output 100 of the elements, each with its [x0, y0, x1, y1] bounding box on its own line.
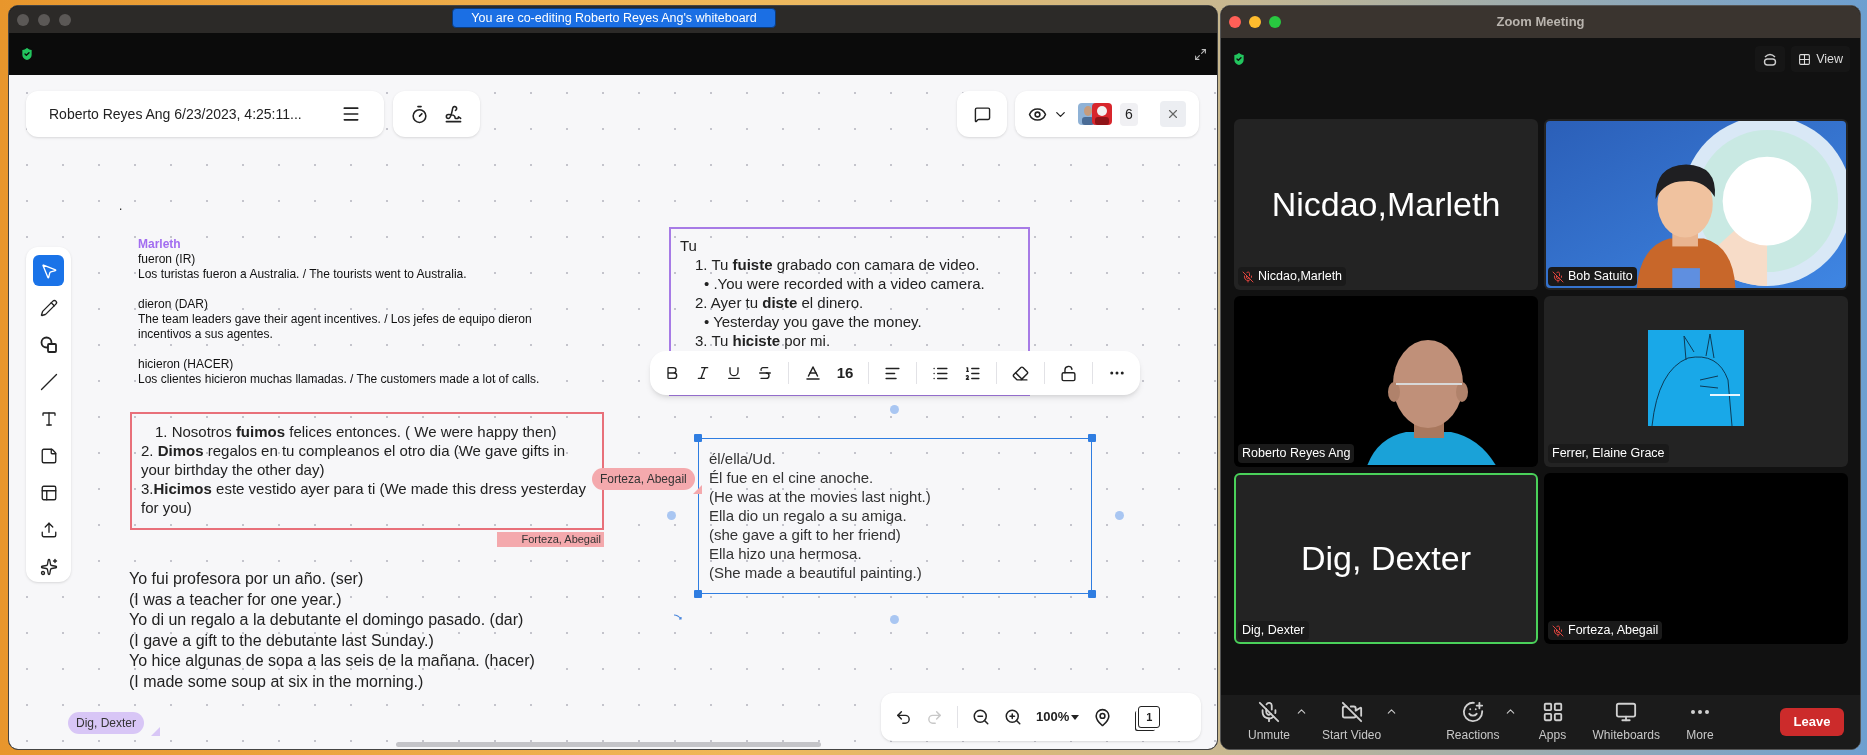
resize-handle[interactable] — [890, 405, 899, 414]
cursor-label: Forteza, Abegail — [592, 468, 695, 490]
example-sentence: Los turistas fueron a Australia. / The tourists went to Australia. — [138, 267, 468, 282]
numbered-sentence: 2. Dimos regalos en tu compleanos el otro dia (We gave gifts in your birthday the other day) — [141, 441, 567, 479]
minimize-window-control[interactable] — [1249, 16, 1261, 28]
sentence-line: (He was at the movies last night.) — [709, 487, 932, 506]
video-tile[interactable]: Ferrer, Elaine Grace — [1544, 296, 1848, 467]
pencil-icon — [39, 298, 58, 317]
shield-icon — [1231, 51, 1247, 67]
cursor-icon — [693, 485, 702, 494]
close-button[interactable] — [1160, 101, 1186, 127]
verb-heading: dieron (DAR) — [138, 297, 210, 312]
numbered-sentence: 1. Nosotros fuimos felices entonces. ( We were happy then) — [154, 422, 558, 441]
timer-icon[interactable] — [410, 104, 430, 124]
leave-button[interactable]: Leave — [1780, 708, 1844, 736]
resize-handle[interactable] — [890, 615, 899, 624]
muted-mic-icon — [1242, 270, 1254, 283]
pages-button[interactable]: 1 — [1138, 706, 1161, 728]
toolbar-button[interactable]: More — [1673, 700, 1726, 744]
box-heading: Tu — [680, 236, 698, 255]
translation-line: • Yesterday you gave the money. — [703, 312, 923, 331]
name-label: Ferrer, Elaine Grace — [1548, 444, 1669, 463]
video-tile[interactable]: Bob Satuito — [1544, 119, 1848, 290]
sentence-line: (she gave a gift to her friend) — [709, 525, 902, 544]
toolbar-button[interactable]: Reactions — [1442, 700, 1504, 744]
zoom-in-icon[interactable] — [1004, 708, 1022, 726]
zoom-window-control[interactable] — [1269, 16, 1281, 28]
template-icon — [39, 483, 58, 502]
corner-handle[interactable] — [1088, 590, 1096, 598]
comment-icon[interactable] — [973, 105, 991, 123]
resize-handle[interactable] — [667, 511, 676, 520]
unlock-icon[interactable] — [1060, 364, 1077, 382]
video-tile[interactable]: Roberto Reyes Ang — [1234, 296, 1538, 467]
numbered-sentence: 3. Tu hiciste por mi. — [694, 331, 832, 350]
numbered-sentence: 1. Tu fuiste grabado con camara de video. — [694, 255, 981, 274]
underline-icon[interactable] — [725, 365, 742, 381]
name-label: Roberto Reyes Ang — [1238, 444, 1355, 463]
sentence-line: (She made a beautiful painting.) — [709, 563, 923, 582]
participant-count[interactable]: 6 — [1120, 102, 1138, 126]
map-pin-icon[interactable] — [1093, 707, 1113, 727]
toolbar-button[interactable]: Whiteboards — [1588, 700, 1664, 744]
window-title: Zoom Meeting — [1495, 13, 1586, 32]
sentence-line: Yo fui profesora por un año. (ser) — [129, 569, 365, 589]
name-label: Dig, Dexter — [1238, 621, 1309, 640]
corner-handle[interactable] — [694, 590, 702, 598]
corner-handle[interactable] — [694, 434, 702, 442]
sentence-line: Él fue en el cine anoche. — [709, 468, 875, 487]
example-sentence: Los clientes hicieron muchas llamadas. / The customers made a lot of calls. — [138, 372, 541, 387]
video-tile[interactable]: Forteza, Abegail — [1544, 473, 1848, 644]
cursor-icon — [151, 727, 160, 736]
text-icon — [39, 409, 58, 428]
eraser-icon[interactable] — [1012, 364, 1030, 382]
toolbar-button[interactable]: Apps — [1526, 700, 1579, 744]
line-icon — [39, 372, 58, 391]
video-tile[interactable]: Dig, Dexter Dig, Dexter — [1234, 473, 1538, 644]
undo-icon[interactable] — [895, 708, 912, 726]
sentence-line: Ella dio un regalo a su amiga. — [709, 506, 908, 525]
numbered-list-icon[interactable] — [964, 364, 982, 382]
upload-icon — [39, 520, 58, 539]
selected-text-box[interactable]: él/ella/Ud. Él fue en el cine anoche. (He was at the movies last night.) Ella dio un regalo a su amiga. (she gave a gift to her friend) Ella hizo una hermosa. (She made a beautiful painting.) — [698, 438, 1092, 594]
expand-icon[interactable] — [1194, 47, 1207, 61]
squiggle-icon[interactable] — [443, 104, 463, 124]
sentence-line: (I gave a gift to the debutante last Sunday.) — [129, 630, 435, 651]
muted-mic-icon — [1258, 700, 1280, 723]
participant-name: Dig, Dexter — [1300, 538, 1472, 579]
whiteboard-icon — [1615, 700, 1638, 723]
immersive-button[interactable] — [1755, 46, 1786, 72]
verb-heading: hicieron (HACER) — [138, 357, 235, 372]
participant-name: Nicdao,Marleth — [1271, 184, 1501, 225]
sentence-line: Yo hice algunas de sopa a las seis de la mañana. (hacer) — [129, 651, 535, 671]
toolbar-button[interactable]: Start Video — [1318, 700, 1386, 744]
shapes-icon — [38, 334, 59, 355]
close-icon — [1166, 107, 1180, 121]
corner-handle[interactable] — [1088, 434, 1096, 442]
menu-icon[interactable] — [341, 104, 361, 124]
example-sentence: The team leaders gave their agent incentives. / Los jefes de equipo dieron incentivos a sus agentes. — [138, 312, 533, 342]
scrollbar[interactable] — [396, 742, 821, 747]
zoom-out-icon[interactable] — [972, 708, 990, 726]
video-off-icon — [1340, 700, 1363, 723]
view-button[interactable]: View — [1791, 46, 1850, 72]
box-heading: él/ella/Ud. — [709, 449, 777, 468]
close-window-control[interactable] — [1229, 16, 1241, 28]
sentence-line: (I made some soup at six in the morning.) — [129, 671, 425, 692]
bold-icon[interactable] — [664, 365, 680, 381]
name-label: Bob Satuito — [1548, 267, 1637, 286]
stray-mark: . — [119, 198, 123, 215]
video-tile[interactable]: Nicdao,Marleth Nicdao,Marleth — [1234, 119, 1538, 290]
strikethrough-icon[interactable] — [756, 365, 773, 381]
resize-handle[interactable] — [1115, 511, 1124, 520]
sparkle-icon — [39, 557, 58, 576]
grid-icon — [1798, 52, 1812, 66]
toolbar-button[interactable]: Unmute — [1243, 700, 1295, 744]
smiley-icon — [1461, 700, 1484, 723]
muted-mic-icon — [1552, 270, 1564, 283]
board-title: Roberto Reyes Ang 6/23/2023, 4:25:11... — [49, 104, 302, 124]
name-label: Forteza, Abegail — [1548, 621, 1663, 640]
rotate-icon[interactable] — [673, 613, 683, 623]
font-size[interactable]: 16 — [836, 361, 854, 385]
text-color-icon[interactable] — [803, 364, 822, 382]
zoom-level-dropdown[interactable]: 100% — [1036, 707, 1080, 727]
